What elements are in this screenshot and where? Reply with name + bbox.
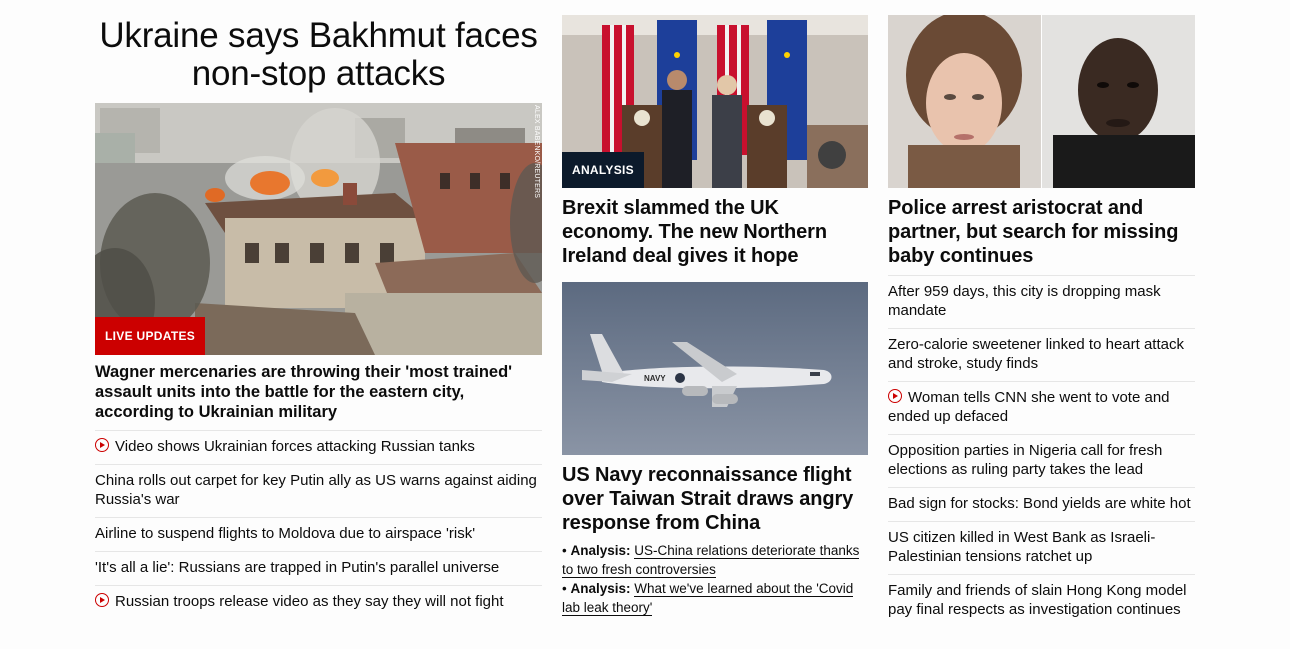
bakhmut-photo[interactable]: ALEX BABENKO/REUTERS LIVE UPDATES [95,103,542,355]
secondary-story-column: ANALYSIS Brexit slammed the UK economy. … [562,0,868,617]
list-item[interactable]: Opposition parties in Nigeria call for f… [888,434,1195,487]
list-item[interactable]: After 959 days, this city is dropping ma… [888,275,1195,328]
list-item[interactable]: Airline to suspend flights to Moldova du… [95,517,542,551]
suspects-photo[interactable] [888,15,1195,188]
list-item[interactable]: Bad sign for stocks: Bond yields are whi… [888,487,1195,521]
list-item[interactable]: Woman tells CNN she went to vote and end… [888,381,1195,434]
play-video-icon [888,389,902,403]
list-item[interactable]: Video shows Ukrainian forces attacking R… [95,430,542,464]
list-item[interactable]: Russian troops release video as they say… [95,585,542,619]
brexit-headline[interactable]: Brexit slammed the UK economy. The new N… [562,196,868,268]
brexit-photo[interactable]: ANALYSIS [562,15,868,188]
list-item[interactable]: US citizen killed in West Bank as Israel… [888,521,1195,574]
analysis-link[interactable]: • Analysis: US-China relations deteriora… [562,541,868,579]
analysis-badge[interactable]: ANALYSIS [562,152,644,188]
live-updates-badge[interactable]: LIVE UPDATES [95,317,206,355]
suspects-image [888,15,1195,188]
related-headlines-list: Video shows Ukrainian forces attacking R… [95,430,542,619]
navy-plane-photo[interactable]: NAVY [562,282,868,455]
lead-story-text[interactable]: Wagner mercenaries are throwing their 'm… [95,362,542,422]
plane-marking-text: NAVY [644,374,666,383]
navy-plane-image: NAVY [562,282,868,455]
more-headlines-list: After 959 days, this city is dropping ma… [888,275,1195,627]
list-item[interactable]: 'It's all a lie': Russians are trapped i… [95,551,542,585]
list-item[interactable]: Family and friends of slain Hong Kong mo… [888,574,1195,627]
photo-credit: ALEX BABENKO/REUTERS [533,105,540,199]
main-headline[interactable]: Ukraine says Bakhmut faces non-stop atta… [95,17,542,103]
main-story-column: Ukraine says Bakhmut faces non-stop atta… [95,0,542,619]
list-item[interactable]: Zero-calorie sweetener linked to heart a… [888,328,1195,381]
list-item[interactable]: China rolls out carpet for key Putin all… [95,464,542,517]
play-video-icon [95,593,109,607]
analysis-bullets: • Analysis: US-China relations deteriora… [562,541,868,617]
analysis-link[interactable]: • Analysis: What we've learned about the… [562,579,868,617]
play-video-icon [95,438,109,452]
navy-headline[interactable]: US Navy reconnaissance flight over Taiwa… [562,463,868,535]
arrest-headline[interactable]: Police arrest aristocrat and partner, bu… [888,196,1195,268]
third-story-column: Police arrest aristocrat and partner, bu… [888,0,1195,627]
